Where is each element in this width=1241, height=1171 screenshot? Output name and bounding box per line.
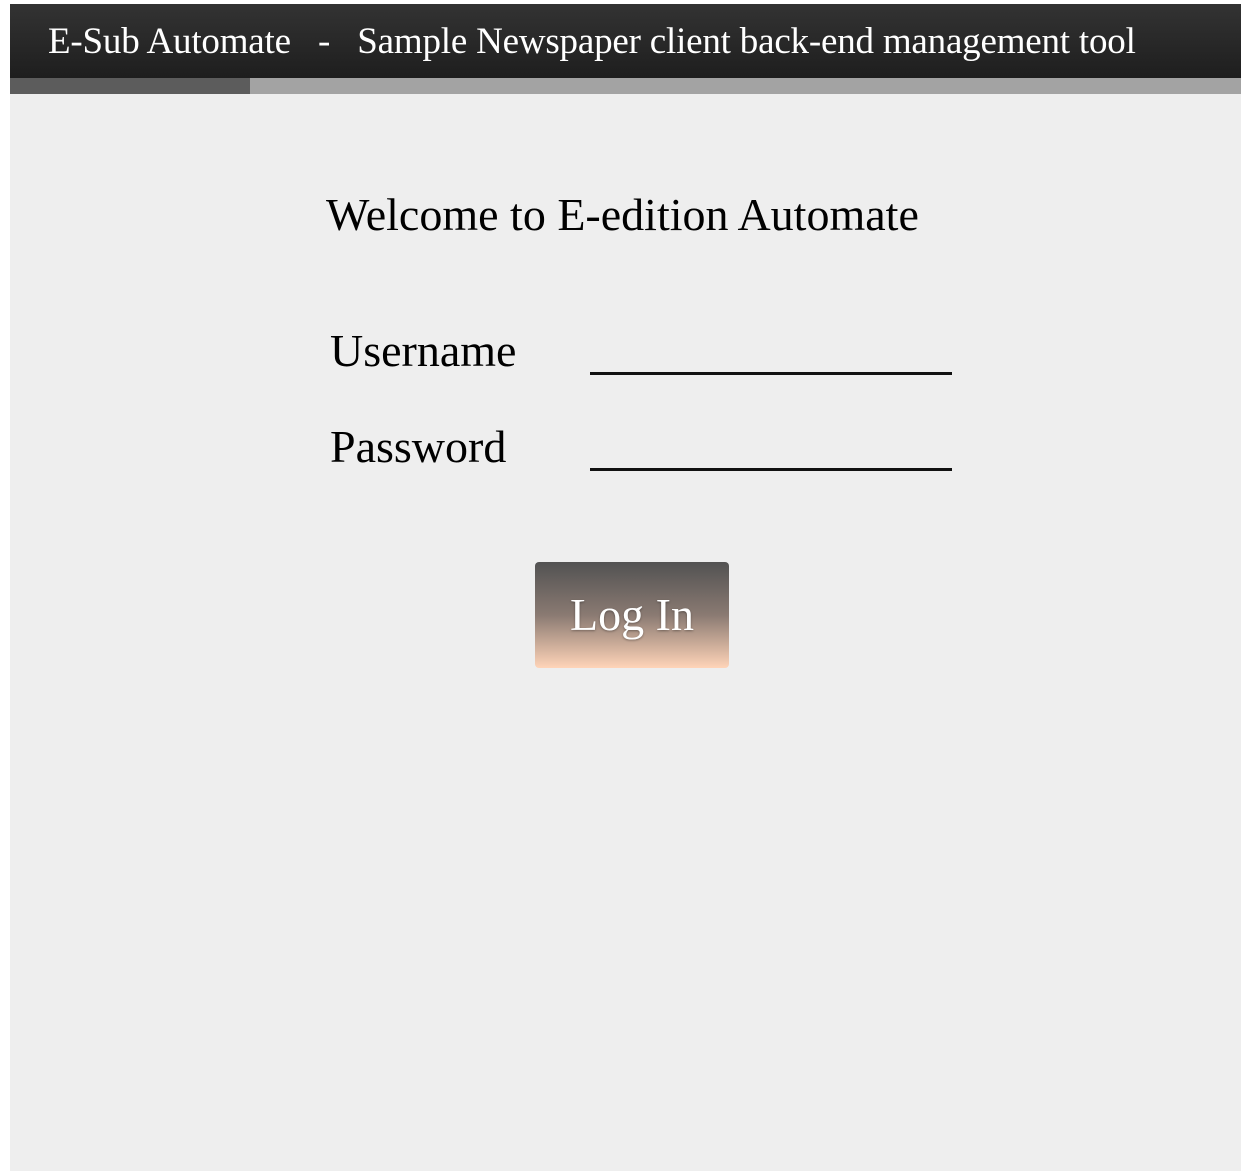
log-in-button[interactable]: Log In — [535, 562, 729, 668]
header-title: E-Sub Automate - Sample Newspaper client… — [48, 20, 1136, 64]
username-label: Username — [330, 325, 517, 376]
password-label: Password — [330, 421, 507, 472]
username-input[interactable] — [590, 331, 952, 375]
password-input[interactable] — [590, 427, 952, 471]
app-name: E-Sub Automate — [48, 21, 291, 62]
app-header: E-Sub Automate - Sample Newspaper client… — [10, 4, 1241, 78]
header-separator: - — [317, 21, 331, 62]
app-frame: E-Sub Automate - Sample Newspaper client… — [10, 4, 1241, 1171]
app-subtitle: Sample Newspaper client back-end managem… — [357, 21, 1136, 62]
header-tab-bar — [10, 78, 1241, 94]
welcome-heading: Welcome to E-edition Automate — [326, 189, 919, 240]
active-tab-indicator — [10, 78, 250, 94]
